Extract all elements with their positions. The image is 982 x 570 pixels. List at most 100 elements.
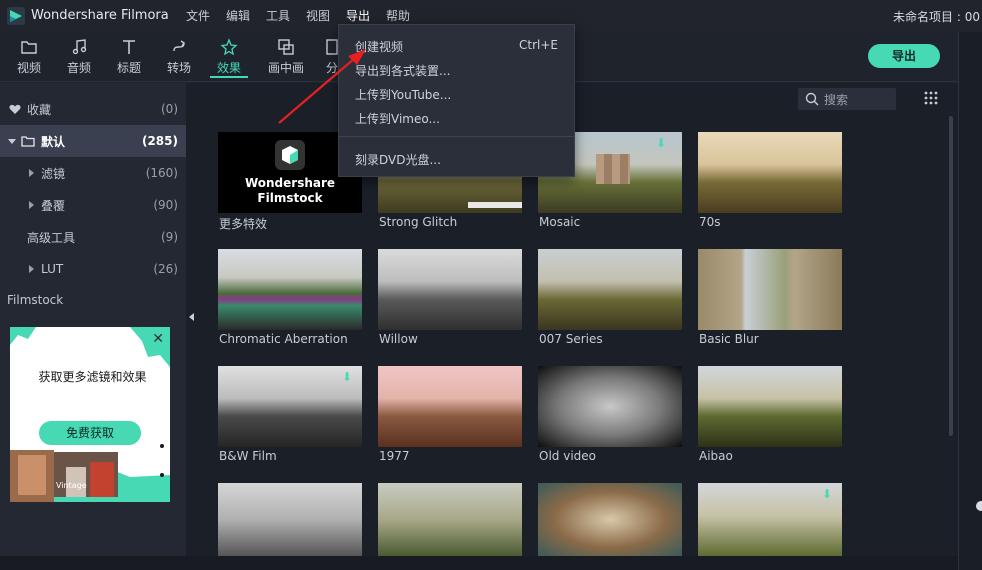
effect-card-007-series[interactable]: 007 Series: [538, 249, 682, 349]
free-get-button[interactable]: 免费获取: [39, 421, 141, 445]
menu-item-upload-vimeo[interactable]: 上传到Vimeo...: [339, 105, 576, 129]
download-icon[interactable]: ⬇: [342, 370, 352, 384]
sidebar-label: LUT: [41, 262, 64, 276]
sidebar-label: 高级工具: [27, 230, 76, 245]
menu-help[interactable]: 帮助: [386, 7, 426, 25]
sidebar-count: (0): [161, 102, 178, 116]
effect-thumbnail: [538, 483, 682, 556]
effect-thumbnail: [698, 366, 842, 447]
tab-titles-label: 标题: [116, 61, 141, 75]
effect-card-1977[interactable]: 1977: [378, 366, 522, 466]
menu-item-burn-dvd[interactable]: 刻录DVD光盘...: [339, 146, 576, 170]
effect-thumbnail: [378, 483, 522, 556]
collapse-left-icon[interactable]: [189, 313, 194, 321]
sidebar-item-lut[interactable]: LUT (26): [0, 253, 186, 285]
sidebar-label: 滤镜: [41, 166, 66, 181]
sidebar-collapse-handle[interactable]: [186, 83, 202, 570]
effect-label: Aibao: [699, 449, 733, 463]
effect-card-aibao[interactable]: Aibao: [698, 366, 842, 466]
menu-item-export-to-device[interactable]: 导出到各式装置...: [339, 57, 576, 81]
effect-card-willow[interactable]: Willow: [378, 249, 522, 349]
expand-down-icon[interactable]: [8, 138, 16, 144]
effect-card[interactable]: [538, 483, 682, 556]
export-dropdown-menu: 创建视频 Ctrl+E 导出到各式装置... 上传到YouTube... 上传到…: [338, 24, 575, 177]
filmstock-ad: ✕ 获取更多滤镜和效果 免费获取 Vintage: [10, 327, 170, 502]
effect-label: Chromatic Aberration: [219, 332, 348, 346]
download-icon[interactable]: ⬇: [656, 136, 666, 150]
effect-card-70s[interactable]: 70s: [698, 132, 842, 232]
effect-card-bw-film[interactable]: ⬇ B&W Film: [218, 366, 362, 466]
sidebar-label: 收藏: [27, 102, 52, 117]
sidebar-item-advanced-tools[interactable]: 高级工具 (9): [0, 221, 186, 253]
effect-card[interactable]: [378, 483, 522, 556]
filmora-logo-icon: [7, 7, 25, 25]
filmstock-section-title: Filmstock: [7, 293, 64, 307]
menu-item-label: 刻录DVD光盘...: [355, 153, 441, 167]
effect-thumbnail: [698, 132, 842, 213]
right-panel-strip: [958, 32, 982, 570]
grid-view-icon[interactable]: [924, 91, 938, 105]
expand-right-icon[interactable]: [29, 265, 34, 273]
close-icon[interactable]: ✕: [152, 331, 164, 347]
tab-split-label: 分: [325, 61, 338, 75]
effect-card-basic-blur[interactable]: Basic Blur: [698, 249, 842, 349]
sidebar-item-default[interactable]: 默认 (285): [0, 125, 186, 157]
search-input[interactable]: 搜索: [798, 88, 896, 110]
menu-view[interactable]: 视图: [306, 7, 346, 25]
tab-titles[interactable]: 标题: [110, 36, 148, 78]
menu-edit[interactable]: 编辑: [226, 7, 266, 25]
menu-item-label: 上传到Vimeo...: [355, 112, 440, 126]
download-icon[interactable]: ⬇: [822, 487, 832, 501]
menu-export[interactable]: 导出: [346, 7, 386, 25]
scroll-knob[interactable]: [976, 501, 982, 511]
text-t-icon: [123, 40, 135, 54]
tab-video-label: 视频: [16, 61, 41, 75]
expand-right-icon[interactable]: [29, 201, 34, 209]
effect-thumbnail: ⬇: [218, 366, 362, 447]
sidebar-item-overlays[interactable]: 叠覆 (90): [0, 189, 186, 221]
menu-item-create-video[interactable]: 创建视频 Ctrl+E: [339, 33, 576, 57]
mosaic-block: [596, 154, 630, 184]
app-title: Wondershare Filmora: [31, 8, 169, 23]
effect-label: 70s: [699, 215, 721, 229]
effect-card-old-video[interactable]: Old video: [538, 366, 682, 466]
tab-pip[interactable]: 画中画: [264, 36, 308, 78]
effect-card-chromatic-aberration[interactable]: Chromatic Aberration: [218, 249, 362, 349]
tab-video[interactable]: 视频: [10, 36, 48, 78]
sidebar-item-filters[interactable]: 滤镜 (160): [0, 157, 186, 189]
menu-item-upload-youtube[interactable]: 上传到YouTube...: [339, 81, 576, 105]
tab-transitions[interactable]: 转场: [160, 36, 198, 78]
ad-art: [10, 327, 170, 502]
effect-label: Strong Glitch: [379, 215, 458, 229]
menu-bar: 文件 编辑 工具 视图 导出 帮助: [186, 7, 426, 25]
expand-right-icon[interactable]: [29, 169, 34, 177]
menu-file[interactable]: 文件: [186, 7, 226, 25]
music-note-icon: [72, 39, 87, 55]
tab-pip-label: 画中画: [267, 61, 304, 75]
tab-effects[interactable]: 效果: [210, 36, 248, 78]
search-placeholder: 搜索: [824, 93, 849, 107]
menu-item-shortcut: Ctrl+E: [519, 38, 558, 52]
sidebar-label: 默认: [41, 134, 66, 149]
ad-title: 获取更多滤镜和效果: [38, 370, 147, 384]
menu-tools[interactable]: 工具: [266, 7, 306, 25]
effect-card[interactable]: [218, 483, 362, 556]
effect-label: Basic Blur: [699, 332, 759, 346]
effects-star-icon: [220, 38, 238, 56]
sidebar-count: (9): [161, 230, 178, 244]
effect-card[interactable]: ⬇: [698, 483, 842, 556]
effect-thumbnail: ⬇: [698, 483, 842, 556]
export-button[interactable]: 导出: [868, 44, 940, 68]
sidebar-count: (285): [141, 134, 178, 148]
sidebar-item-favorites[interactable]: 收藏 (0): [0, 93, 186, 125]
menu-item-label: 创建视频: [355, 40, 404, 54]
tab-audio[interactable]: 音频: [60, 36, 98, 78]
transition-icon: [173, 40, 185, 52]
sidebar-count: (90): [153, 198, 178, 212]
effect-thumbnail: [538, 249, 682, 330]
tab-transitions-label: 转场: [166, 61, 191, 75]
menu-separator: [339, 136, 574, 137]
effect-thumbnail: [378, 249, 522, 330]
effects-scrollbar[interactable]: [949, 116, 953, 436]
filmstock-thumb-text: Wondershare Filmstock: [244, 176, 336, 205]
